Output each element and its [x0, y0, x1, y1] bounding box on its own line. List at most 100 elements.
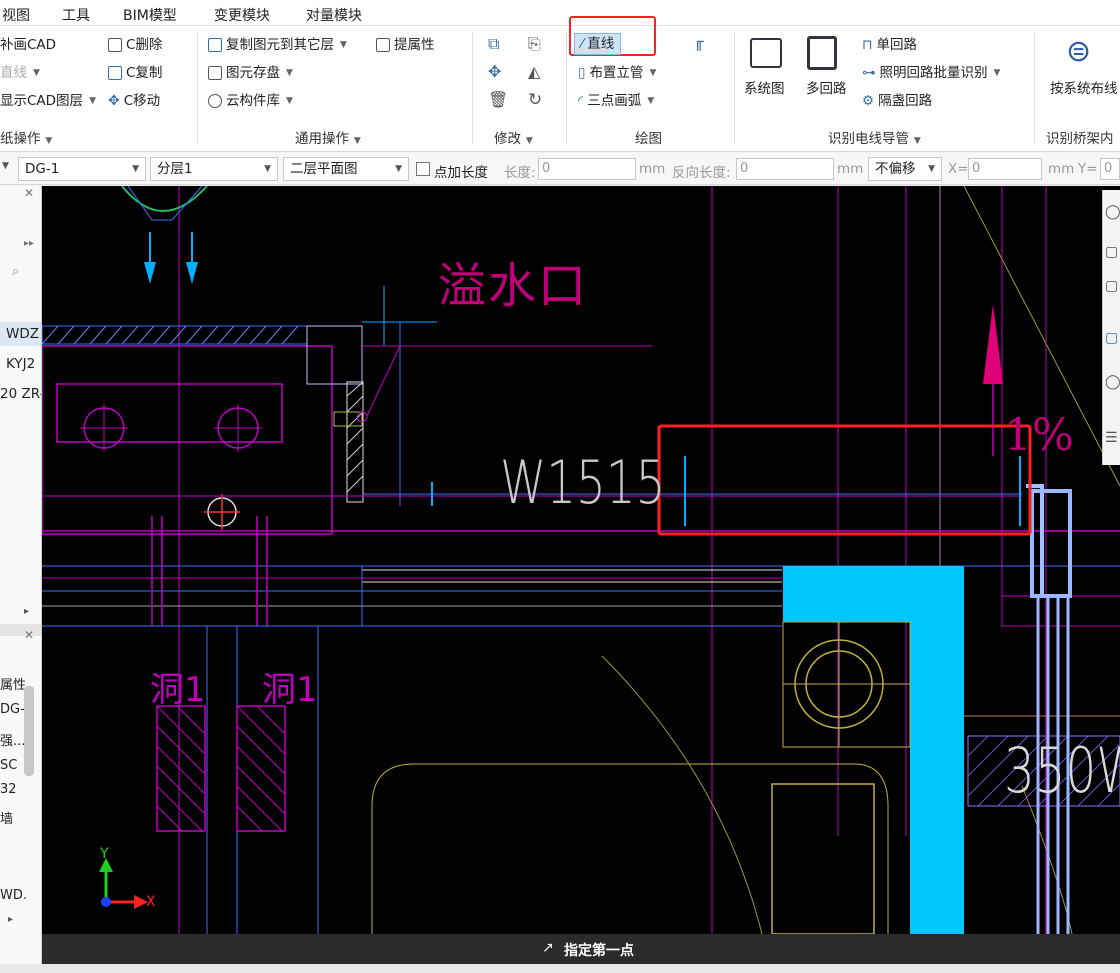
modify-group-label: 修改 ▼ [494, 131, 533, 147]
lighting-batch-button[interactable]: ⊶ 照明回路批量识别 ▼ [862, 64, 1000, 82]
arc-icon: ◜ [578, 93, 584, 109]
menu-compare[interactable]: 对量模块 [306, 5, 362, 25]
skip-circuit-icon: ⚙ [862, 93, 875, 109]
extract-icon [376, 38, 390, 52]
menu-view[interactable]: 视图 [2, 5, 30, 25]
overflow-label: 溢水口 [438, 258, 589, 314]
prop-row[interactable]: WD. [0, 888, 27, 903]
lighting-icon: ⊶ [862, 65, 876, 81]
left-panel: ✕ ▸▸ ⌕ WDZ KYJ2 20 ZR- ▸ ✕ 属性 DG-1 强... … [0, 186, 42, 973]
draw-line-button[interactable]: ⁄ 直线 [574, 33, 622, 55]
save-element-icon [208, 66, 222, 80]
route-by-system-button[interactable]: 按系统布线 [1050, 80, 1118, 98]
hole-label: 洞1 [262, 670, 318, 710]
prop-row[interactable]: 强... [0, 730, 25, 749]
menu-change[interactable]: 变更模块 [214, 5, 270, 25]
ribbon-separator [1034, 32, 1035, 144]
show-cad-layer-button[interactable]: 显示CAD图层 ▼ [0, 92, 96, 110]
cad-group-label: 纸操作 ▼ [0, 131, 53, 147]
general-group-label: 通用操作 ▼ [295, 131, 361, 147]
cloud-library-button[interactable]: 云构件库 ▼ [208, 92, 293, 110]
trash-icon[interactable]: 🗑 [488, 90, 508, 109]
multi-circuit-button[interactable]: 多回路 [806, 80, 847, 98]
draw-cad-button[interactable]: 补画CAD [0, 36, 56, 54]
length-label: 长度: [504, 165, 536, 181]
copy-icon [108, 66, 122, 80]
copy-icon[interactable]: ⧉ [488, 34, 499, 54]
scroll-right-icon[interactable]: ▸ [24, 606, 29, 617]
place-riser-button[interactable]: ▯ 布置立管 ▼ [578, 64, 656, 82]
cube-icon[interactable]: ▢ [1105, 330, 1118, 346]
search-icon[interactable]: ⌕ [12, 264, 19, 279]
component-combo[interactable]: DG-1 ▼ [18, 157, 146, 181]
identify-group-label: 识别电线导管 ▼ [828, 131, 921, 147]
scrollbar-thumb[interactable] [24, 686, 34, 776]
mirror-copy-icon[interactable]: ⎘ [528, 34, 541, 54]
menu-bim[interactable]: BIM模型 [123, 5, 177, 25]
system-diagram-button[interactable]: 系统图 [744, 80, 785, 98]
single-circuit-button[interactable]: ⊓ 单回路 [862, 36, 917, 54]
rotate-icon[interactable]: ↻ [528, 90, 542, 110]
unit-label: mm [1048, 161, 1075, 177]
cube-icon[interactable]: ▢ [1105, 278, 1118, 294]
system-diagram-icon[interactable] [750, 38, 782, 68]
rotate-icon[interactable]: ◯ [1105, 374, 1120, 390]
y-label: Y= [1078, 161, 1098, 177]
property-bar: ▼ DG-1 ▼ 分层1 ▼ 二层平面图 ▼ 点加长度 长度: 0 mm 反向长度: … [0, 153, 1120, 185]
offset-combo[interactable]: 不偏移 ▼ [868, 157, 942, 181]
multi-circuit-icon[interactable] [807, 36, 837, 70]
pipe-icon[interactable]: ╓ [694, 32, 704, 51]
y-input[interactable]: 0 [1100, 158, 1120, 180]
prop-row[interactable]: 墙 [0, 808, 13, 827]
layer-combo[interactable]: 分层1 ▼ [150, 157, 278, 181]
close-icon[interactable]: ✕ [24, 628, 34, 642]
hole-label: 洞1 [150, 670, 206, 710]
cad-line-button[interactable]: 直线 ▼ [0, 64, 40, 82]
3d-icon[interactable]: ▢ [1105, 244, 1118, 260]
menu-tools[interactable]: 工具 [62, 5, 90, 25]
unit-label: mm [639, 161, 666, 177]
draw-group-label: 绘图 [635, 131, 662, 147]
floor-combo[interactable]: 二层平面图 ▼ [283, 157, 409, 181]
skip-circuit-button[interactable]: ⚙ 隔盏回路 [862, 92, 932, 110]
mirror-icon[interactable]: ◭ [528, 62, 540, 81]
three-point-arc-button[interactable]: ◜ 三点画弧 ▼ [578, 92, 654, 110]
view-icon[interactable]: ◯ [1105, 204, 1120, 220]
c-move-button[interactable]: ✥ C移动 [108, 92, 160, 110]
line-icon: ⁄ [581, 36, 584, 52]
ribbon-separator [566, 32, 567, 144]
scroll-right-icon[interactable]: ▸ [8, 914, 13, 925]
extract-attr-button[interactable]: 提属性 [376, 36, 435, 54]
tree-item[interactable]: 20 ZR- [0, 386, 41, 402]
x-input[interactable]: 0 [968, 158, 1042, 180]
move-icon[interactable]: ✥ [488, 62, 501, 81]
list-icon[interactable]: ☰ [1105, 430, 1118, 446]
chevron-down-icon: ▼ [264, 164, 271, 174]
copy-layer-icon [208, 38, 222, 52]
reverse-length-label: 反向长度: [672, 165, 731, 181]
length-input[interactable]: 0 [538, 158, 636, 180]
element-save-button[interactable]: 图元存盘 ▼ [208, 64, 293, 82]
c-copy-button[interactable]: C复制 [108, 64, 162, 82]
c-delete-button[interactable]: C删除 [108, 36, 162, 54]
highlight-rect [657, 424, 1032, 536]
tree-item[interactable]: KYJ2 [6, 356, 35, 372]
riser-icon: ▯ [578, 65, 586, 81]
cad-canvas[interactable]: 溢水口 W1515 1% 洞1 洞1 350W Y X [42, 186, 1120, 934]
add-length-label: 点加长度 [434, 165, 488, 181]
x-label: X= [948, 161, 969, 177]
prop-row[interactable]: SC [0, 758, 17, 773]
add-length-checkbox[interactable] [416, 162, 430, 176]
copy-to-layer-button[interactable]: 复制图元到其它层 ▼ [208, 36, 347, 54]
reverse-length-input[interactable]: 0 [736, 158, 834, 180]
prop-row[interactable]: 32 [0, 782, 17, 797]
close-icon[interactable]: ✕ [24, 186, 34, 200]
panel-divider [0, 624, 41, 636]
expand-icon[interactable]: ▸▸ [24, 238, 34, 249]
chevron-down-icon[interactable]: ▼ [2, 161, 9, 171]
ribbon: 补画CAD 直线 ▼ 显示CAD图层 ▼ C删除 C复制 ✥ C移动 纸操作 ▼ 复制… [0, 16, 1120, 152]
x-axis-label: X [146, 894, 156, 910]
route-icon[interactable]: ⊜ [1066, 34, 1091, 69]
status-bar: ↗ 指定第一点 [42, 934, 1120, 964]
tree-item[interactable]: WDZ [6, 326, 39, 342]
